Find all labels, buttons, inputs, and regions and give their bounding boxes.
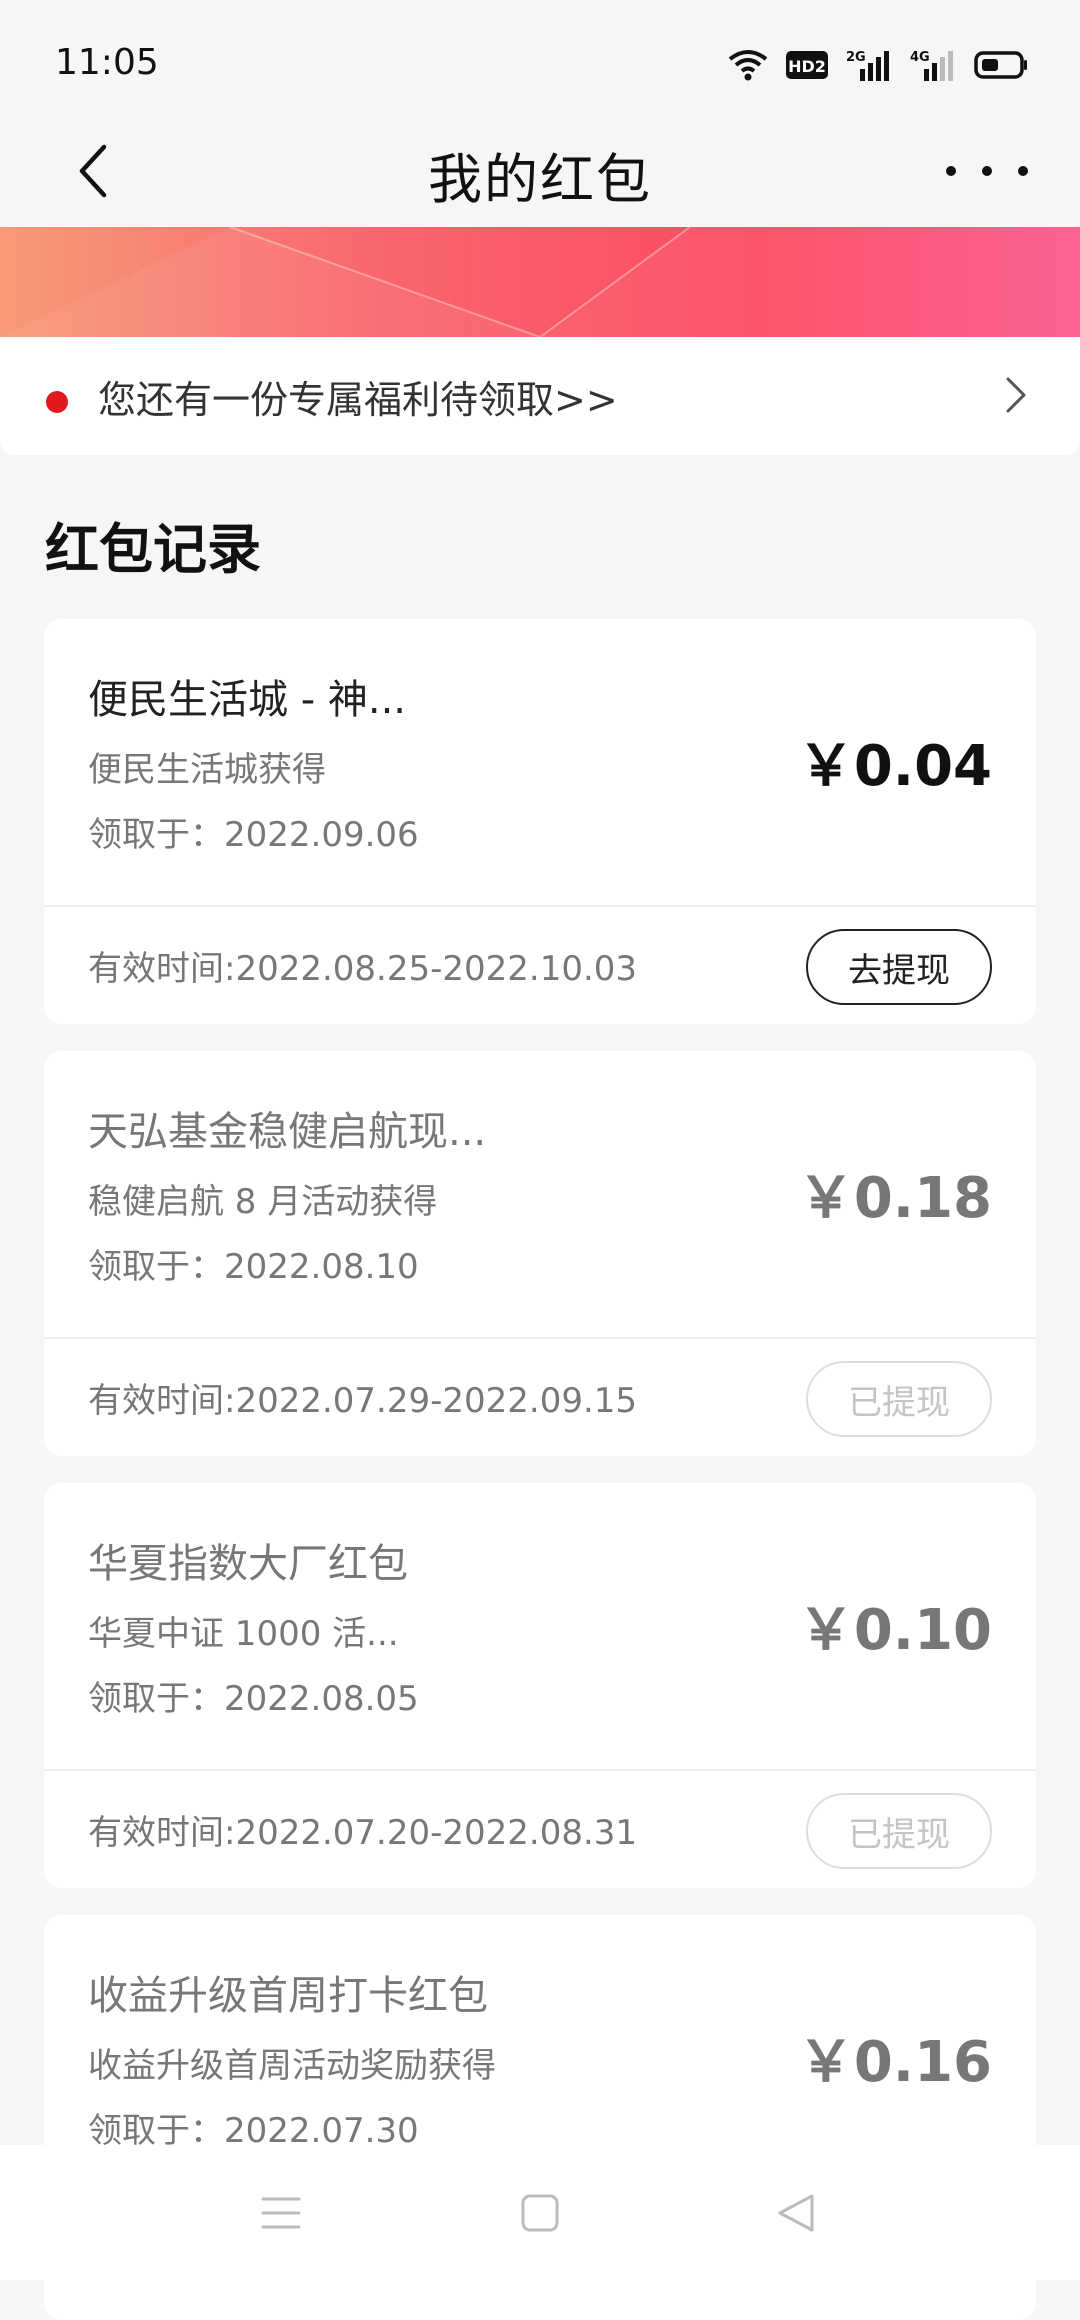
record-name: 华夏指数大厂红包 (88, 1541, 408, 1587)
record-source: 便民生活城获得 (88, 750, 326, 790)
welfare-notice[interactable]: 您还有一份专属福利待领取>> (0, 337, 1080, 455)
chevron-right-icon (1006, 377, 1026, 413)
card-divider (44, 1337, 1036, 1339)
home-button[interactable] (507, 2180, 573, 2246)
notice-dot (46, 391, 68, 413)
signal-4g-icon: 4G (910, 50, 953, 81)
status-time: 11:05 (55, 42, 159, 83)
signal-2g-label: 2G (846, 50, 866, 65)
record-source: 稳健启航 8 月活动获得 (88, 1182, 438, 1222)
more-dots-icon (946, 166, 1028, 176)
record-validity: 有效时间:2022.08.25-2022.10.03 (88, 949, 638, 989)
more-button[interactable] (932, 135, 1042, 207)
withdrawn-button[interactable]: 已提现 (806, 1361, 992, 1437)
wifi-icon (728, 50, 768, 81)
record-date: 领取于：2022.09.06 (88, 815, 419, 855)
hd-icon: HD2 (786, 51, 828, 79)
system-nav-bar (0, 2145, 1080, 2280)
battery-icon (974, 51, 1027, 79)
record-validity: 有效时间:2022.07.29-2022.09.15 (88, 1381, 638, 1421)
record-date: 领取于：2022.08.10 (88, 1247, 419, 1287)
record-name: 收益升级首周打卡红包 (88, 1973, 488, 2019)
record-source: 收益升级首周活动奖励获得 (88, 2046, 496, 2086)
withdraw-button[interactable]: 去提现 (806, 929, 992, 1005)
back-nav-button[interactable] (763, 2180, 829, 2246)
menu-icon (261, 2197, 301, 2229)
notice-text: 您还有一份专属福利待领取>> (98, 378, 618, 422)
record-amount: ￥0.16 (797, 2030, 992, 2095)
record-amount: ￥0.04 (797, 734, 992, 799)
record-card: 天弘基金稳健启航现... 稳健启航 8 月活动获得 领取于：2022.08.10… (44, 1051, 1036, 1456)
withdrawn-button[interactable]: 已提现 (806, 1793, 992, 1869)
status-icons: HD2 2G 4G (728, 45, 1028, 85)
record-name: 天弘基金稳健启航现... (88, 1109, 487, 1155)
card-divider (44, 905, 1036, 907)
menu-button[interactable] (248, 2180, 314, 2246)
record-source: 华夏中证 1000 活... (88, 1614, 399, 1654)
record-card: 华夏指数大厂红包 华夏中证 1000 活... 领取于：2022.08.05 ￥… (44, 1483, 1036, 1888)
record-amount: ￥0.10 (797, 1598, 992, 1663)
home-square-icon (521, 2194, 559, 2232)
section-title: 红包记录 (45, 518, 261, 581)
signal-4g-label: 4G (910, 50, 930, 65)
record-date: 领取于：2022.08.05 (88, 1679, 419, 1719)
record-name: 便民生活城 - 神... (88, 677, 407, 723)
record-amount: ￥0.18 (797, 1166, 992, 1231)
banner (0, 227, 1080, 337)
triangle-back-icon (778, 2194, 814, 2232)
page-title: 我的红包 (428, 148, 652, 211)
record-validity: 有效时间:2022.07.20-2022.08.31 (88, 1813, 638, 1853)
banner-decoration (0, 227, 1080, 337)
status-bar: 11:05 HD2 2G 4G (0, 0, 1080, 115)
nav-bar: 我的红包 (0, 115, 1080, 227)
hd-label: HD2 (788, 57, 826, 76)
record-card: 便民生活城 - 神... 便民生活城获得 领取于：2022.09.06 ￥0.0… (44, 619, 1036, 1024)
card-divider (44, 1769, 1036, 1771)
signal-2g-icon: 2G (846, 50, 889, 81)
